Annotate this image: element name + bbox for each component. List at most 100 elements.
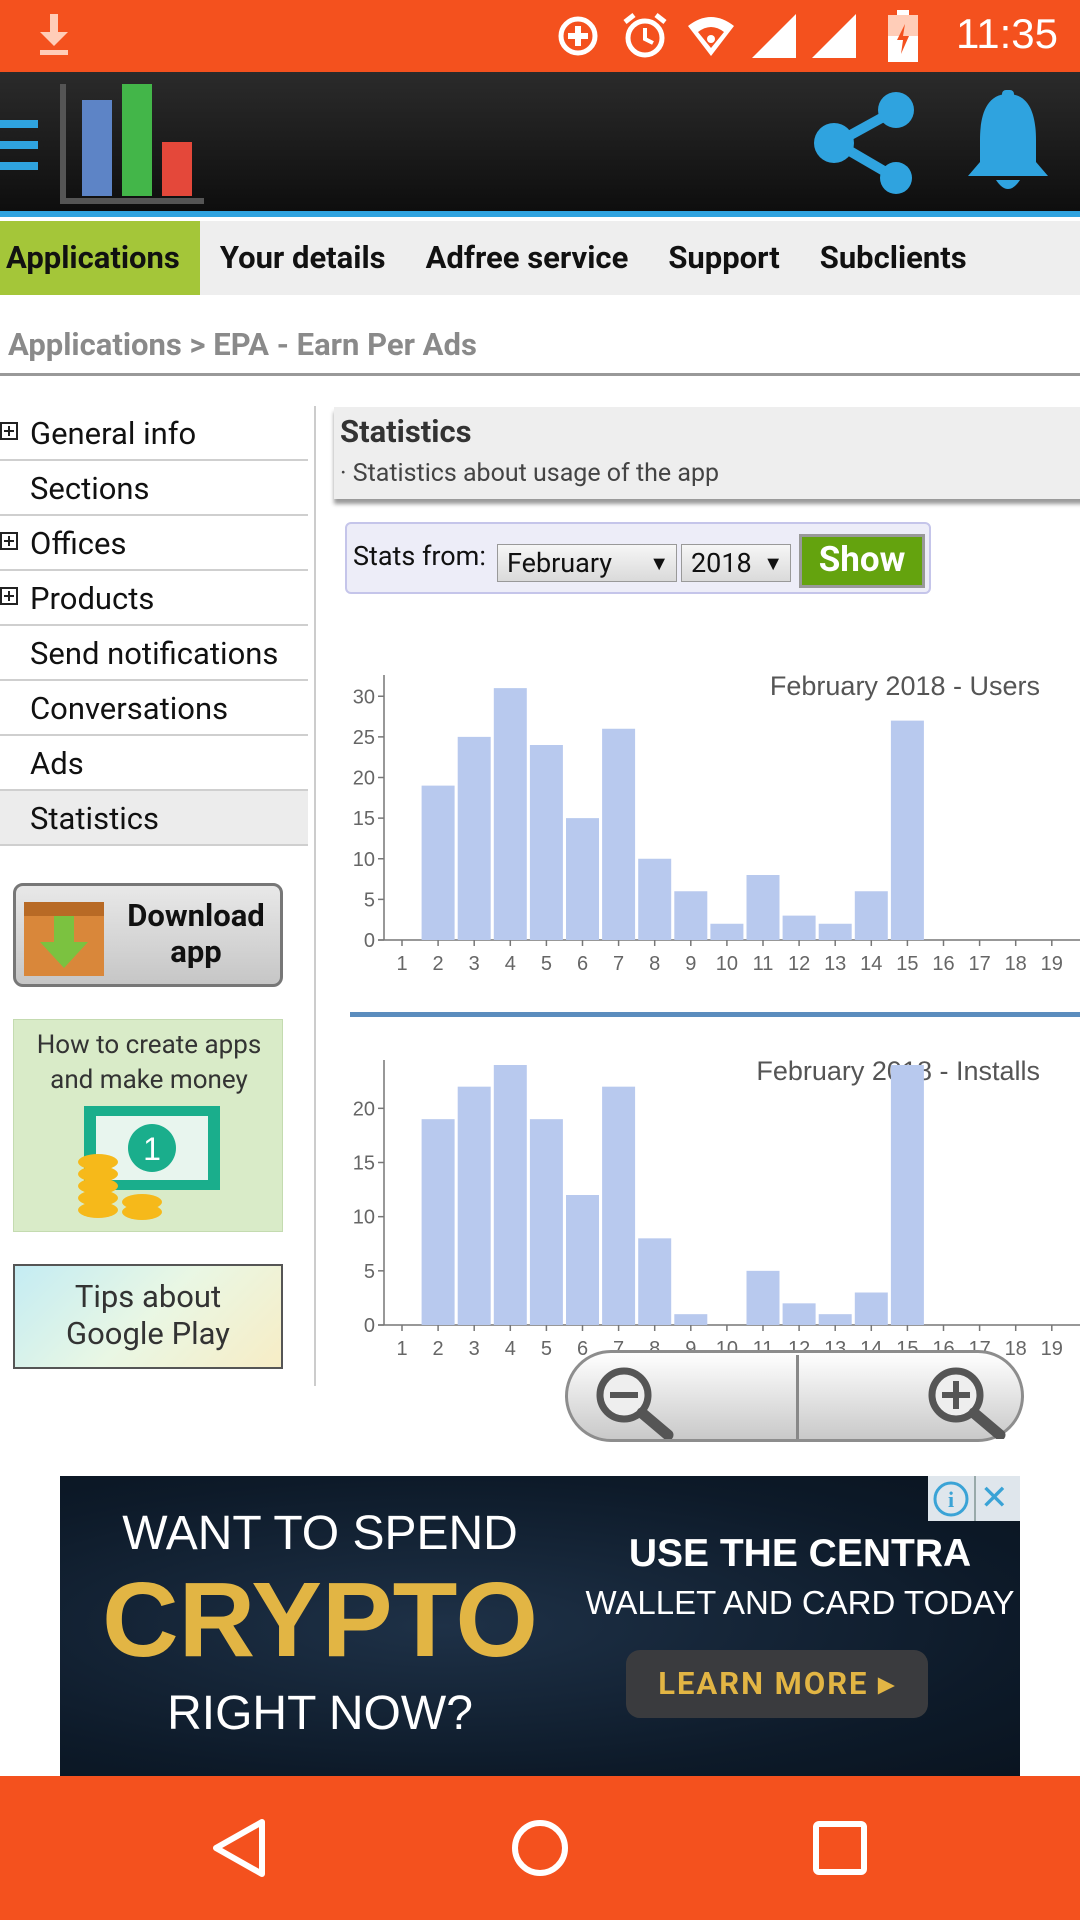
sidebar-item-general-info[interactable]: General info [0,406,308,461]
expand-icon[interactable] [0,587,18,605]
zoom-in-icon[interactable] [918,1359,1014,1439]
back-icon[interactable] [210,1818,270,1878]
bar [710,923,744,940]
expand-icon[interactable] [0,532,18,550]
bar [746,1270,780,1325]
month-select[interactable]: February ▼ [497,544,677,582]
x-tick-label: 7 [613,953,624,975]
bar [818,1314,852,1325]
x-tick-label: 4 [505,1338,516,1360]
bar [493,688,527,940]
bar [674,891,708,940]
wifi-icon [688,17,734,56]
tips-google-play-banner[interactable]: Tips about Google Play [13,1264,283,1369]
menu-icon[interactable] [0,118,40,172]
bar [782,915,816,940]
x-tick-label: 1 [396,1338,407,1360]
bar [529,1119,563,1325]
bar [638,1238,672,1325]
zoom-control [565,1350,1024,1442]
app-header [0,72,1080,217]
x-tick-label: 16 [932,953,954,975]
bar [854,1292,888,1325]
bar [602,728,636,940]
sidebar-item-label: Conversations [30,690,229,727]
ad-subline-2: WALLET AND CARD TODAY [585,1584,1015,1621]
clock: 11:35 [956,10,1058,57]
sidebar-item-products[interactable]: Products [0,571,308,626]
sidebar-menu: General info Sections Offices Products S… [0,406,308,846]
tab-applications[interactable]: Applications [0,221,200,295]
year-select[interactable]: 2018 ▼ [681,544,791,582]
download-icon [40,14,68,55]
y-tick-label: 15 [353,1153,375,1175]
tab-support[interactable]: Support [648,221,799,295]
share-icon[interactable] [812,90,916,196]
y-tick-label: 0 [364,930,375,952]
x-tick-label: 1 [396,953,407,975]
sidebar-item-offices[interactable]: Offices [0,516,308,571]
x-tick-label: 18 [1005,953,1027,975]
y-tick-label: 30 [353,686,375,708]
bar [746,875,780,940]
tab-subclients[interactable]: Subclients [800,221,987,295]
sidebar-item-label: Products [30,580,155,617]
y-tick-label: 5 [364,1261,375,1283]
x-tick-label: 15 [896,953,918,975]
tab-your-details[interactable]: Your details [200,221,406,295]
close-icon[interactable]: ✕ [980,1478,1009,1518]
chart-divider [350,1012,1080,1017]
bell-icon[interactable] [966,90,1050,200]
sidebar-item-statistics[interactable]: Statistics [0,791,308,846]
sidebar-item-label: Offices [30,525,127,562]
x-tick-label: 19 [1041,1338,1063,1360]
chevron-down-icon: ▼ [763,551,783,575]
breadcrumb-divider [0,373,1080,376]
alarm-icon [623,13,667,58]
ad-subline-1: USE THE CENTRA [628,1532,972,1575]
bar [457,1086,491,1325]
statistics-header-box: Statistics · Statistics about usage of t… [334,407,1080,499]
bar [854,891,888,940]
download-app-label: Download app [127,897,265,970]
x-tick-label: 6 [577,953,588,975]
sidebar-item-label: Sections [30,470,150,507]
ad-headline-1: WANT TO SPEND [122,1507,518,1560]
sidebar-item-send-notifications[interactable]: Send notifications [0,626,308,681]
learn-more-button[interactable]: LEARN MORE ▸ [626,1650,928,1718]
svg-text:1: 1 [143,1131,161,1167]
zoom-out-icon[interactable] [586,1359,682,1439]
x-tick-label: 10 [716,953,738,975]
y-tick-label: 10 [353,1207,375,1229]
x-tick-label: 11 [753,953,774,975]
statistics-title: Statistics [340,413,472,450]
bar [818,923,852,940]
bar [602,1086,636,1325]
ad-choices[interactable]: i ✕ [928,1476,1020,1521]
download-app-button[interactable]: Download app [13,883,283,987]
x-tick-label: 9 [685,953,696,975]
expand-icon[interactable] [0,422,18,440]
bar [890,1065,924,1325]
bar [566,1195,599,1325]
sidebar-item-conversations[interactable]: Conversations [0,681,308,736]
bar [566,818,599,940]
home-icon[interactable] [510,1818,570,1878]
show-button[interactable]: Show [799,534,925,588]
android-nav-bar [0,1776,1080,1920]
how-to-create-apps-banner[interactable]: How to create apps and make money 1 [13,1019,283,1232]
ad-banner[interactable]: WANT TO SPEND CRYPTO RIGHT NOW? USE THE … [60,1476,1020,1776]
battery-charging-icon [888,10,918,62]
x-tick-label: 8 [649,953,660,975]
info-icon[interactable]: i [932,1480,970,1518]
sidebar-item-ads[interactable]: Ads [0,736,308,791]
y-tick-label: 5 [364,889,375,911]
x-tick-label: 2 [433,953,444,975]
bar [493,1065,527,1325]
recents-icon[interactable] [812,1820,868,1876]
bar [529,745,563,940]
x-tick-label: 3 [469,1338,480,1360]
tab-adfree-service[interactable]: Adfree service [406,221,649,295]
sidebar-item-sections[interactable]: Sections [0,461,308,516]
stats-from-label: Stats from: [353,540,486,572]
